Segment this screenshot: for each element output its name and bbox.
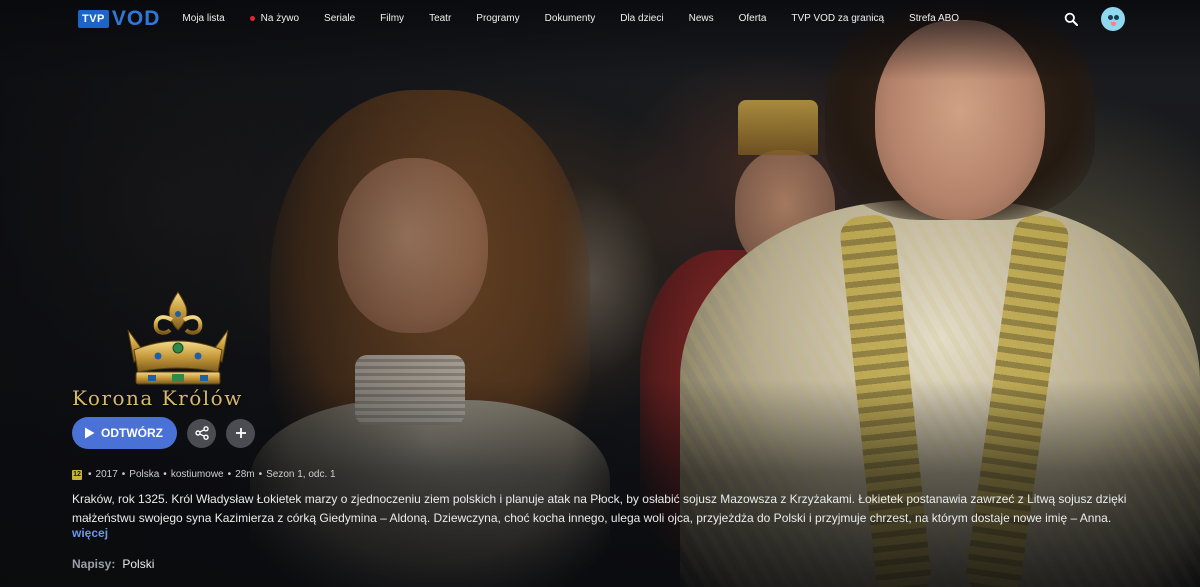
play-button[interactable]: ODTWÓRZ: [72, 417, 177, 449]
meta-separator: •: [121, 469, 126, 480]
share-icon: [194, 426, 209, 440]
nav-item-oferta[interactable]: Oferta: [739, 13, 767, 24]
nav-item-tvp-vod-za-granicą[interactable]: TVP VOD za granicą: [791, 13, 884, 24]
nav-item-label: Strefa ABO: [909, 13, 960, 24]
meta-episode: Sezon 1, odc. 1: [266, 469, 336, 480]
play-button-label: ODTWÓRZ: [101, 426, 163, 440]
nav-item-label: TVP VOD za granicą: [791, 13, 885, 24]
nav-item-label: Oferta: [738, 13, 767, 24]
avatar-eye: [1108, 15, 1113, 20]
play-icon: [85, 427, 95, 439]
nav-item-label: Dokumenty: [544, 13, 596, 24]
age-rating-badge: 12: [72, 469, 82, 480]
action-bar: ODTWÓRZ: [72, 417, 255, 449]
title-logo: Korona Królów: [72, 290, 292, 415]
nav-item-label: Programy: [476, 13, 520, 24]
search-icon: [1064, 12, 1078, 26]
nav-item-label: Filmy: [380, 13, 405, 24]
search-button[interactable]: [1060, 8, 1082, 30]
nav-item-label: Moja lista: [182, 13, 225, 24]
subtitles-info: Napisy: Polski: [72, 557, 154, 571]
meta-genre: kostiumowe: [170, 469, 224, 480]
king-figure-crown: [738, 100, 818, 155]
meta-separator: •: [258, 469, 263, 480]
add-to-list-button[interactable]: [226, 418, 255, 448]
nav-item-label: Na żywo: [260, 13, 300, 24]
nav-item-seriale[interactable]: Seriale: [324, 13, 355, 24]
nav-right-tools: [1060, 7, 1125, 31]
tvp-vod-logo[interactable]: TVP VOD: [78, 6, 161, 30]
nav-item-teatr[interactable]: Teatr: [429, 13, 451, 24]
episode-description: Kraków, rok 1325. Król Władysław Łokiete…: [72, 492, 1127, 525]
nav-item-dla-dzieci[interactable]: Dla dzieci: [620, 13, 663, 24]
nav-item-programy[interactable]: Programy: [476, 13, 519, 24]
title-wordmark: Korona Królów: [72, 386, 243, 410]
share-button[interactable]: [187, 418, 216, 448]
meta-duration: 28m: [235, 469, 255, 480]
subtitles-label: Napisy:: [72, 557, 116, 571]
nav-item-moja-lista[interactable]: Moja lista: [182, 13, 224, 24]
crown-emblem-icon: [127, 291, 229, 385]
nav-item-na-żywo[interactable]: Na żywo: [249, 13, 300, 24]
more-link[interactable]: więcej: [72, 526, 108, 540]
episode-metadata: 12 • 2017 • Polska • kostiumowe • 28m • …: [72, 469, 336, 480]
logo-tvp: TVP: [78, 9, 109, 28]
subtitles-value[interactable]: Polski: [122, 557, 154, 571]
nav-item-label: Teatr: [429, 13, 452, 24]
meta-year: 2017: [95, 469, 118, 480]
plus-icon: [235, 428, 246, 438]
avatar-eye: [1114, 15, 1119, 20]
nav-item-news[interactable]: News: [689, 13, 714, 24]
nav-item-strefa-abo[interactable]: Strefa ABO: [909, 13, 959, 24]
top-navigation: TVP VOD Moja lista Na żywo Seriale Filmy Tea…: [0, 0, 1200, 37]
meta-separator: •: [88, 469, 92, 480]
logo-vod: VOD: [111, 6, 161, 30]
avatar-icon[interactable]: [1101, 7, 1125, 31]
live-dot-icon: [249, 16, 255, 21]
nav-item-dokumenty[interactable]: Dokumenty: [545, 13, 596, 24]
meta-separator: •: [227, 469, 232, 480]
nav-item-label: Seriale: [324, 13, 356, 24]
avatar-mouth: [1111, 22, 1116, 26]
nav-item-label: News: [688, 13, 714, 24]
nav-menu: Moja lista Na żywo Seriale Filmy Teatr Progra…: [182, 13, 984, 24]
nav-item-label: Dla dzieci: [620, 13, 664, 24]
meta-separator: •: [163, 469, 167, 480]
meta-country: Polska: [129, 469, 160, 480]
nav-item-filmy[interactable]: Filmy: [380, 13, 404, 24]
